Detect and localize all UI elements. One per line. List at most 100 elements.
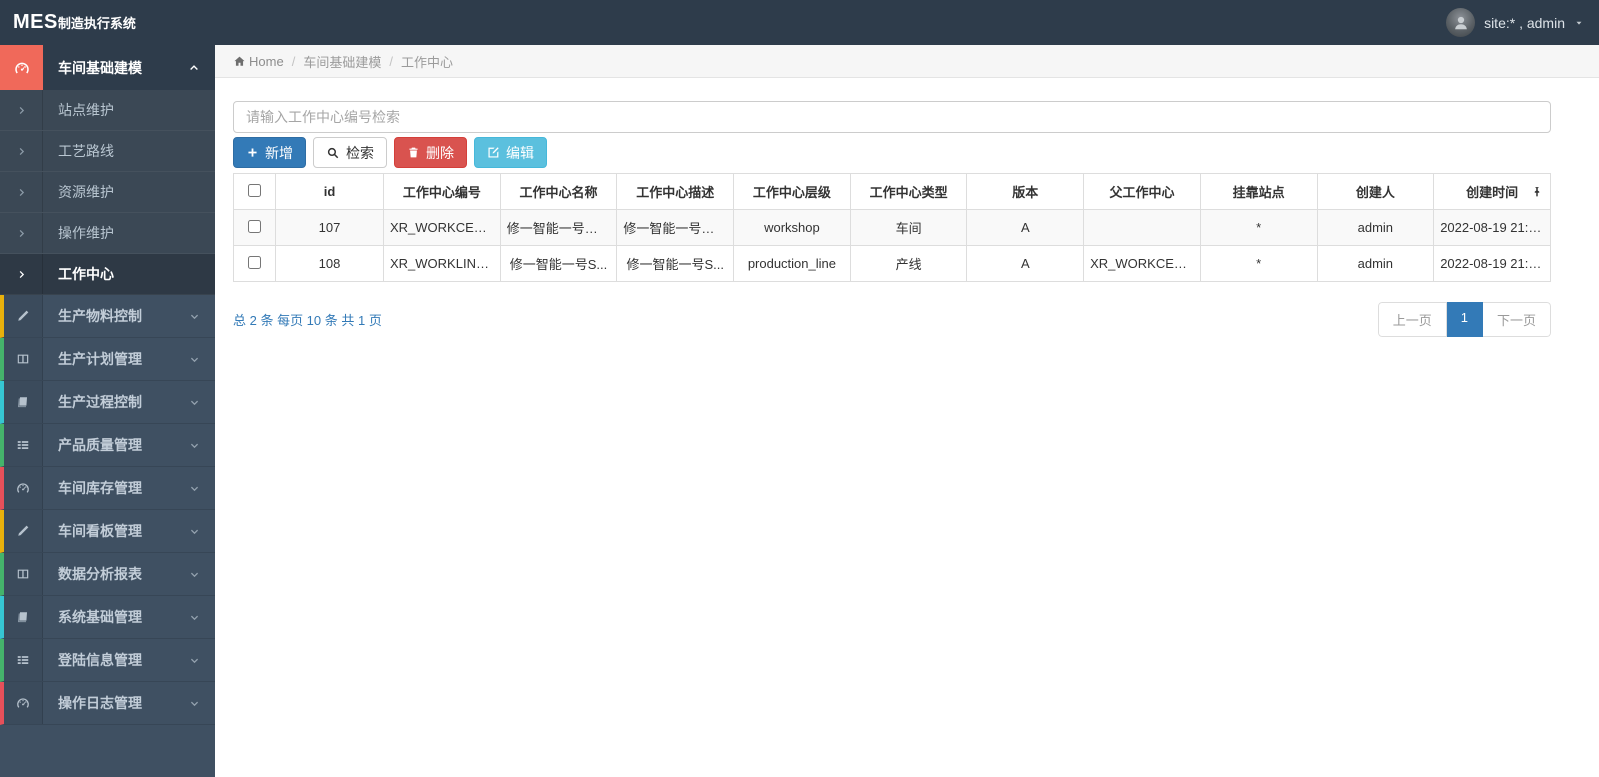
- select-all-checkbox[interactable]: [248, 183, 261, 197]
- delete-button[interactable]: 删除: [394, 137, 467, 168]
- sidebar-subitem-label: 资源维护: [58, 184, 114, 200]
- chevron-right-icon: [0, 90, 43, 130]
- next-page-button[interactable]: 下一页: [1482, 302, 1551, 337]
- cell-name: 修一智能一号S...: [499, 245, 618, 282]
- breadcrumb-home-label: Home: [249, 53, 284, 69]
- chevron-down-icon: [189, 483, 200, 494]
- pager: 上一页 1 下一页: [1377, 302, 1551, 337]
- cell-id: 107: [275, 209, 384, 246]
- chevron-down-icon: [189, 569, 200, 580]
- user-label: site:* , admin: [1484, 14, 1565, 31]
- column-header-version[interactable]: 版本: [966, 173, 1085, 210]
- column-header-type[interactable]: 工作中心类型: [849, 173, 968, 210]
- chevron-down-icon: [189, 354, 200, 365]
- breadcrumb-separator: /: [291, 53, 296, 69]
- sidebar-subitem-label: 工作中心: [58, 266, 114, 282]
- row-select-cell: [233, 245, 276, 282]
- cell-id: 108: [275, 245, 384, 282]
- avatar: [1446, 8, 1476, 37]
- search-button-label: 检索: [346, 144, 374, 161]
- list-icon: [4, 639, 43, 681]
- plus-icon: [246, 146, 259, 159]
- column-header-station[interactable]: 挂靠站点: [1199, 173, 1318, 210]
- sidebar-subitem-work-center[interactable]: 工作中心: [0, 254, 215, 295]
- sidebar-item-plan-management[interactable]: 生产计划管理: [0, 338, 215, 381]
- cell-type: 车间: [849, 209, 968, 246]
- cell-parent: [1083, 209, 1201, 246]
- row-checkbox[interactable]: [248, 219, 261, 233]
- sidebar-item-system-management[interactable]: 系统基础管理: [0, 596, 215, 639]
- sidebar-subitem-label: 操作维护: [58, 225, 114, 241]
- brand-subtitle: 制造执行系统: [57, 16, 136, 31]
- sidebar-item-material-control[interactable]: 生产物料控制: [0, 295, 215, 338]
- column-header-parent[interactable]: 父工作中心: [1083, 173, 1201, 210]
- column-header-label: 创建时间: [1466, 185, 1519, 200]
- sidebar-item-analytics-reports[interactable]: 数据分析报表: [0, 553, 215, 596]
- cell-creator: admin: [1316, 245, 1435, 282]
- trash-icon: [407, 146, 420, 159]
- chevron-down-icon: [189, 698, 200, 709]
- chevron-right-icon: [0, 131, 43, 171]
- cell-level: production_line: [733, 245, 851, 282]
- breadcrumb-separator: /: [389, 53, 393, 69]
- sidebar-item-inventory-management[interactable]: 车间库存管理: [0, 467, 215, 510]
- table-header-row: id 工作中心编号 工作中心名称 工作中心描述 工作中心层级 工作中心类型 版本…: [233, 173, 1551, 210]
- column-header-name[interactable]: 工作中心名称: [499, 173, 618, 210]
- breadcrumb-level1[interactable]: 车间基础建模: [303, 52, 381, 71]
- sidebar-item-label: 系统基础管理: [58, 609, 142, 625]
- user-menu[interactable]: site:* , admin: [1446, 8, 1584, 37]
- main-area: Home / 车间基础建模 / 工作中心 新增 检索 删除 编辑: [215, 45, 1599, 777]
- column-header-created-time[interactable]: 创建时间: [1433, 173, 1551, 210]
- breadcrumb: Home / 车间基础建模 / 工作中心: [215, 45, 1599, 78]
- page-1-button[interactable]: 1: [1446, 302, 1483, 337]
- cell-version: A: [966, 209, 1085, 246]
- column-header-creator[interactable]: 创建人: [1316, 173, 1435, 210]
- cell-created-time: 2022-08-19 21:1...: [1433, 209, 1551, 246]
- sidebar-subitem-label: 站点维护: [58, 102, 114, 118]
- list-icon: [4, 424, 43, 466]
- chevron-down-icon: [189, 526, 200, 537]
- breadcrumb-home[interactable]: Home: [233, 54, 284, 69]
- sidebar-item-login-info-management[interactable]: 登陆信息管理: [0, 639, 215, 682]
- cell-code: XR_WORKLINE...: [383, 245, 501, 282]
- search-button[interactable]: 检索: [313, 137, 387, 168]
- column-header-id[interactable]: id: [275, 173, 384, 210]
- sidebar-subitem-station-maintenance[interactable]: 站点维护: [0, 90, 215, 131]
- sidebar-item-kanban-management[interactable]: 车间看板管理: [0, 510, 215, 553]
- pagination-bar: 总 2 条 每页 10 条 共 1 页 上一页 1 下一页: [233, 302, 1551, 337]
- row-checkbox[interactable]: [248, 255, 261, 269]
- prev-page-button[interactable]: 上一页: [1377, 302, 1447, 337]
- sidebar-subitem-operation-maintenance[interactable]: 操作维护: [0, 213, 215, 254]
- sidebar-item-label: 产品质量管理: [58, 437, 142, 453]
- cell-type: 产线: [849, 245, 968, 282]
- tachometer-icon: [4, 682, 43, 724]
- sidebar-item-label: 车间看板管理: [58, 523, 142, 539]
- sidebar-item-workshop-modeling[interactable]: 车间基础建模: [0, 45, 215, 90]
- column-header-level[interactable]: 工作中心层级: [733, 173, 851, 210]
- brand-mes: MES: [13, 11, 58, 33]
- tachometer-icon: [4, 467, 43, 509]
- sidebar-item-operation-log-management[interactable]: 操作日志管理: [0, 682, 215, 725]
- columns-icon: [4, 553, 43, 595]
- pin-icon[interactable]: [1531, 186, 1543, 198]
- work-center-table: id 工作中心编号 工作中心名称 工作中心描述 工作中心层级 工作中心类型 版本…: [233, 173, 1551, 282]
- chevron-right-icon: [0, 213, 43, 253]
- add-button[interactable]: 新增: [233, 137, 306, 168]
- edit-button[interactable]: 编辑: [474, 137, 547, 168]
- sidebar-item-quality-management[interactable]: 产品质量管理: [0, 424, 215, 467]
- cell-code: XR_WORKCEN...: [383, 209, 501, 246]
- sidebar-item-label: 登陆信息管理: [58, 652, 142, 668]
- table-row: 108 XR_WORKLINE... 修一智能一号S... 修一智能一号S...…: [233, 245, 1551, 282]
- chevron-down-icon: [189, 655, 200, 666]
- cell-name: 修一智能一号车间: [499, 209, 618, 246]
- column-header-code[interactable]: 工作中心编号: [383, 173, 501, 210]
- app-brand[interactable]: MES 制造执行系统: [13, 11, 136, 34]
- sidebar-subitem-resource-maintenance[interactable]: 资源维护: [0, 172, 215, 213]
- tachometer-icon: [0, 45, 43, 90]
- sidebar-subitem-process-route[interactable]: 工艺路线: [0, 131, 215, 172]
- chevron-right-icon: [0, 172, 43, 212]
- edit-icon: [487, 146, 500, 159]
- column-header-description[interactable]: 工作中心描述: [616, 173, 735, 210]
- search-input[interactable]: [233, 101, 1551, 133]
- sidebar-item-process-control[interactable]: 生产过程控制: [0, 381, 215, 424]
